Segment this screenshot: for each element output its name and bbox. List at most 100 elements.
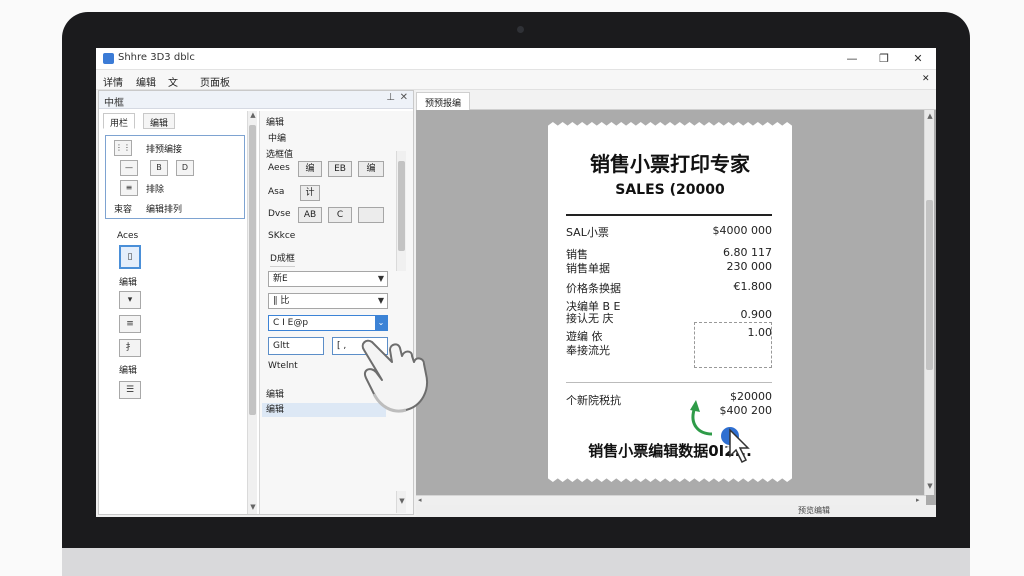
- scroll-down-icon[interactable]: ▼: [925, 482, 935, 490]
- scroll-up-icon[interactable]: ▲: [248, 111, 258, 119]
- properties-pane: 编辑 中编 选框值 Aees 编 EB 编 Asa 计 Dvse AB C SK…: [259, 111, 413, 514]
- zoom-status: 预览编辑: [798, 506, 830, 515]
- tool-row[interactable]: 束容 编辑排列: [106, 200, 244, 218]
- receipt-divider: [566, 382, 772, 383]
- tab-edit[interactable]: 编辑: [143, 113, 176, 129]
- curved-arrow: [691, 409, 713, 436]
- receipt-item-value: $4000 000: [712, 224, 773, 237]
- tool-label: 排除: [146, 185, 165, 195]
- scrollbar-thumb[interactable]: [926, 200, 933, 370]
- list-tool[interactable]: ≡: [119, 315, 141, 333]
- chevron-down-icon: ▼: [377, 274, 384, 283]
- align-icon[interactable]: ≡: [120, 180, 138, 196]
- scroll-left-icon[interactable]: ◂: [418, 496, 422, 504]
- style-button[interactable]: 编: [298, 161, 322, 177]
- app-window: Shhre 3D3 dblc — ❐ ✕ 详情 编辑 文 页面板 ✕ 中框 ⊥ …: [96, 48, 936, 517]
- row-label: SKkce: [268, 231, 296, 241]
- style-button[interactable]: EB: [328, 161, 352, 177]
- tab-preview[interactable]: 预预报编: [416, 92, 471, 110]
- props-heading: 编辑: [266, 118, 285, 128]
- tool-label: 编辑排列: [146, 205, 183, 215]
- scroll-up-icon[interactable]: ▲: [925, 112, 935, 120]
- window-title: Shhre 3D3 dblc: [118, 52, 195, 63]
- tool-label: 排预编接: [146, 145, 183, 155]
- document-tabbar: 预预报编: [416, 90, 936, 110]
- receipt-divider: [566, 214, 772, 216]
- monitor-chin: [62, 548, 970, 576]
- document-scrollbar[interactable]: ▲ ▼: [924, 110, 934, 495]
- frame-icon[interactable]: D: [176, 160, 194, 176]
- group-tab[interactable]: D成框: [270, 251, 295, 267]
- left-scrollbar[interactable]: ▲ ▼: [247, 111, 257, 514]
- close-button[interactable]: ✕: [902, 50, 934, 68]
- document-hscroll[interactable]: ◂ ▸: [416, 495, 926, 505]
- width-input[interactable]: Gltt: [268, 337, 324, 355]
- status-bar: 预览编辑: [416, 505, 936, 517]
- font-select[interactable]: 新E ▼: [268, 271, 388, 287]
- app-icon: [103, 53, 114, 64]
- chevron-down-icon: ▼: [377, 296, 384, 305]
- style-button[interactable]: [358, 207, 384, 223]
- circle-button[interactable]: C: [328, 207, 352, 223]
- scroll-down-icon[interactable]: ▼: [248, 503, 258, 511]
- scroll-right-icon[interactable]: ▸: [916, 496, 920, 504]
- brush-tool[interactable]: 扌: [119, 339, 141, 357]
- props-scrollbar[interactable]: [396, 151, 406, 271]
- tool-group: ⋮⋮ 排预编接 — B D ≡ 排除 束容 编辑排列: [105, 135, 245, 219]
- tool-row[interactable]: ≡ 排除: [106, 180, 244, 198]
- scrollbar-thumb[interactable]: [249, 125, 256, 415]
- row-label: Asa: [268, 187, 285, 197]
- pin-icon[interactable]: ⊥: [386, 92, 395, 103]
- menu-item-edit[interactable]: 编辑: [136, 74, 156, 89]
- size-select[interactable]: ∥ 比 ▼: [268, 293, 388, 309]
- bold-icon[interactable]: B: [150, 160, 168, 176]
- panel-close-icon[interactable]: ✕: [400, 92, 408, 103]
- receipt-total-label: 个新院税抗: [566, 394, 621, 407]
- select-value: 新E: [273, 274, 288, 284]
- receipt-item-value: 6.80 117: [723, 246, 772, 259]
- grid-icon[interactable]: ⋮⋮: [114, 140, 132, 156]
- menu-item-text[interactable]: 文: [168, 74, 178, 89]
- minimize-button[interactable]: —: [836, 50, 868, 68]
- style-button[interactable]: AB: [298, 207, 322, 223]
- monitor-stage: Shhre 3D3 dblc — ❐ ✕ 详情 编辑 文 页面板 ✕ 中框 ⊥ …: [0, 0, 1024, 576]
- menu-item-file[interactable]: 详情: [103, 74, 123, 89]
- menu-item-panel[interactable]: 页面板: [200, 74, 230, 89]
- receipt-item-value: 0.900: [740, 308, 773, 321]
- scrollbar-thumb[interactable]: [398, 161, 405, 251]
- menu-tool[interactable]: ☰: [119, 381, 141, 399]
- dropdown-tool[interactable]: ▾: [119, 291, 141, 309]
- selection-box[interactable]: [694, 322, 772, 368]
- panel-header: 中框 ⊥ ✕: [99, 91, 413, 109]
- style-button[interactable]: 编: [358, 161, 384, 177]
- menu-collapse-icon[interactable]: ✕: [922, 74, 930, 84]
- receipt-item-label: 销售单据: [566, 262, 610, 275]
- receipt-item-label: SAL小票: [566, 226, 609, 239]
- panel-title: 中框: [104, 98, 124, 109]
- props-group-label: 选框值: [266, 150, 294, 160]
- pointing-hand-icon: [361, 339, 428, 413]
- title-bar: Shhre 3D3 dblc — ❐ ✕: [96, 48, 936, 70]
- tool-row[interactable]: ⋮⋮ 排预编接: [106, 140, 244, 158]
- receipt-item-label: 奉接流光: [566, 344, 610, 357]
- scroll-down-icon[interactable]: ▼: [397, 497, 407, 505]
- tab-tools[interactable]: 用栏: [103, 113, 136, 129]
- tool-label: 束容: [114, 205, 133, 215]
- line-icon[interactable]: —: [120, 160, 138, 176]
- select-value: ∥ 比: [273, 296, 290, 306]
- select-value: C I E@p: [273, 318, 309, 328]
- left-panel: 中框 ⊥ ✕ 用栏 编辑 ⋮⋮ 排预编接 — B D ≡ 排除 束容 编辑排列 …: [98, 90, 414, 515]
- tool-label: 编辑: [119, 278, 138, 288]
- row-label: Aees: [268, 163, 290, 173]
- style-button[interactable]: 计: [300, 185, 320, 201]
- maximize-button[interactable]: ❐: [868, 50, 900, 68]
- tool-row[interactable]: — B D: [106, 160, 244, 178]
- receipt-item-label: 接认无 庆: [566, 312, 614, 325]
- receipt-subtitle: SALES (20000: [615, 182, 725, 198]
- props-scrollbar-bottom[interactable]: ▼: [396, 491, 406, 513]
- receipt-item-label: 价格条换据: [566, 282, 621, 295]
- weight-label: Wtelnt: [268, 361, 298, 371]
- menu-bar: 详情 编辑 文 页面板 ✕: [96, 70, 936, 90]
- tools-section-label: Aces: [117, 231, 139, 241]
- text-frame-tool[interactable]: ▯: [119, 245, 141, 269]
